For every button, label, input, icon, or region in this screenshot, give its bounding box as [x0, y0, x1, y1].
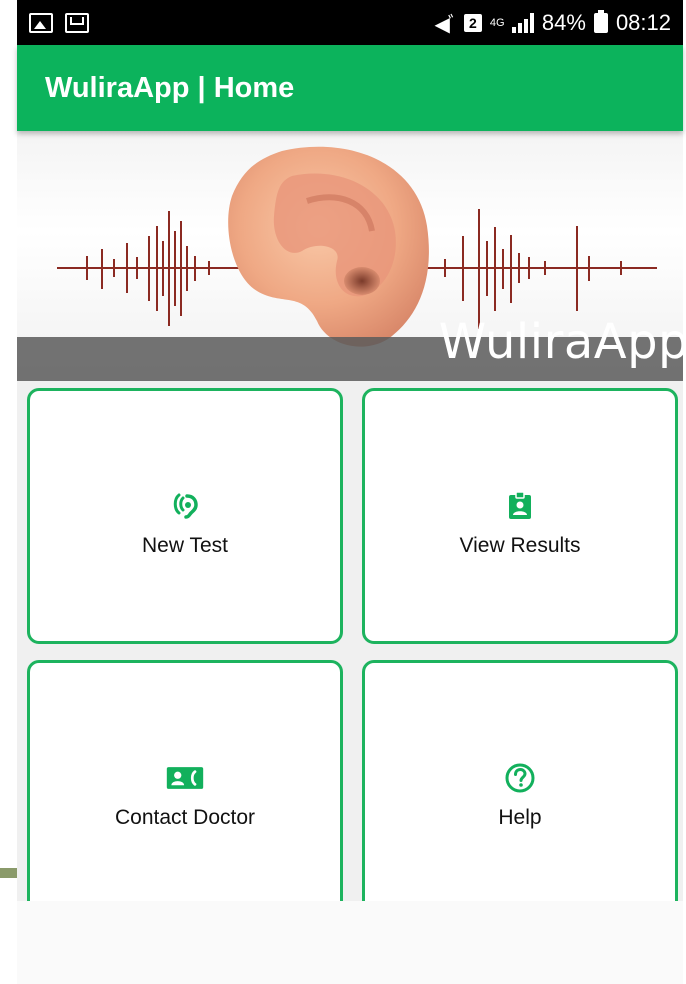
page-title: WuliraApp | Home [45, 71, 295, 104]
network-type: 4G [489, 16, 505, 29]
contact-badge-icon [509, 491, 531, 519]
view-results-button[interactable]: View Results [362, 388, 678, 644]
screen: ◀︎ﾞ 2 4G 84% 08:12 WuliraApp | Home Wuli… [0, 0, 686, 984]
app-window: ◀︎ﾞ 2 4G 84% 08:12 WuliraApp | Home Wuli… [17, 0, 683, 984]
contact-doctor-button[interactable]: Contact Doctor [27, 660, 343, 916]
image-icon [29, 12, 53, 33]
contact-doctor-label: Contact Doctor [114, 806, 256, 829]
empty-footer-area [17, 901, 683, 984]
ear-hearing-icon [173, 493, 198, 519]
clock: 08:12 [615, 9, 671, 35]
view-results-label: View Results [459, 534, 581, 557]
mail-icon [65, 12, 89, 33]
menu-grid: New Test View Results Contact Doctor Hel… [17, 381, 683, 916]
battery-percent: 84% [541, 9, 586, 35]
help-button[interactable]: Help [362, 660, 678, 916]
hero-banner: WuliraApp [17, 131, 683, 381]
edge-decoration [0, 868, 17, 878]
new-test-button[interactable]: New Test [27, 388, 343, 644]
contact-phone-icon [166, 767, 204, 789]
banner-app-name: WuliraApp [438, 314, 683, 370]
help-label: Help [498, 806, 542, 829]
ear-illustration [228, 146, 429, 347]
status-bar: ◀︎ﾞ 2 4G 84% 08:12 [17, 0, 683, 45]
mute-icon: ◀︎ﾞ [434, 14, 458, 36]
app-bar: WuliraApp | Home [17, 45, 683, 131]
help-circle-icon [505, 763, 535, 793]
battery-icon [593, 9, 608, 33]
sim-icon: 2 [463, 13, 482, 32]
new-test-label: New Test [142, 534, 228, 557]
signal-icon [511, 12, 534, 33]
